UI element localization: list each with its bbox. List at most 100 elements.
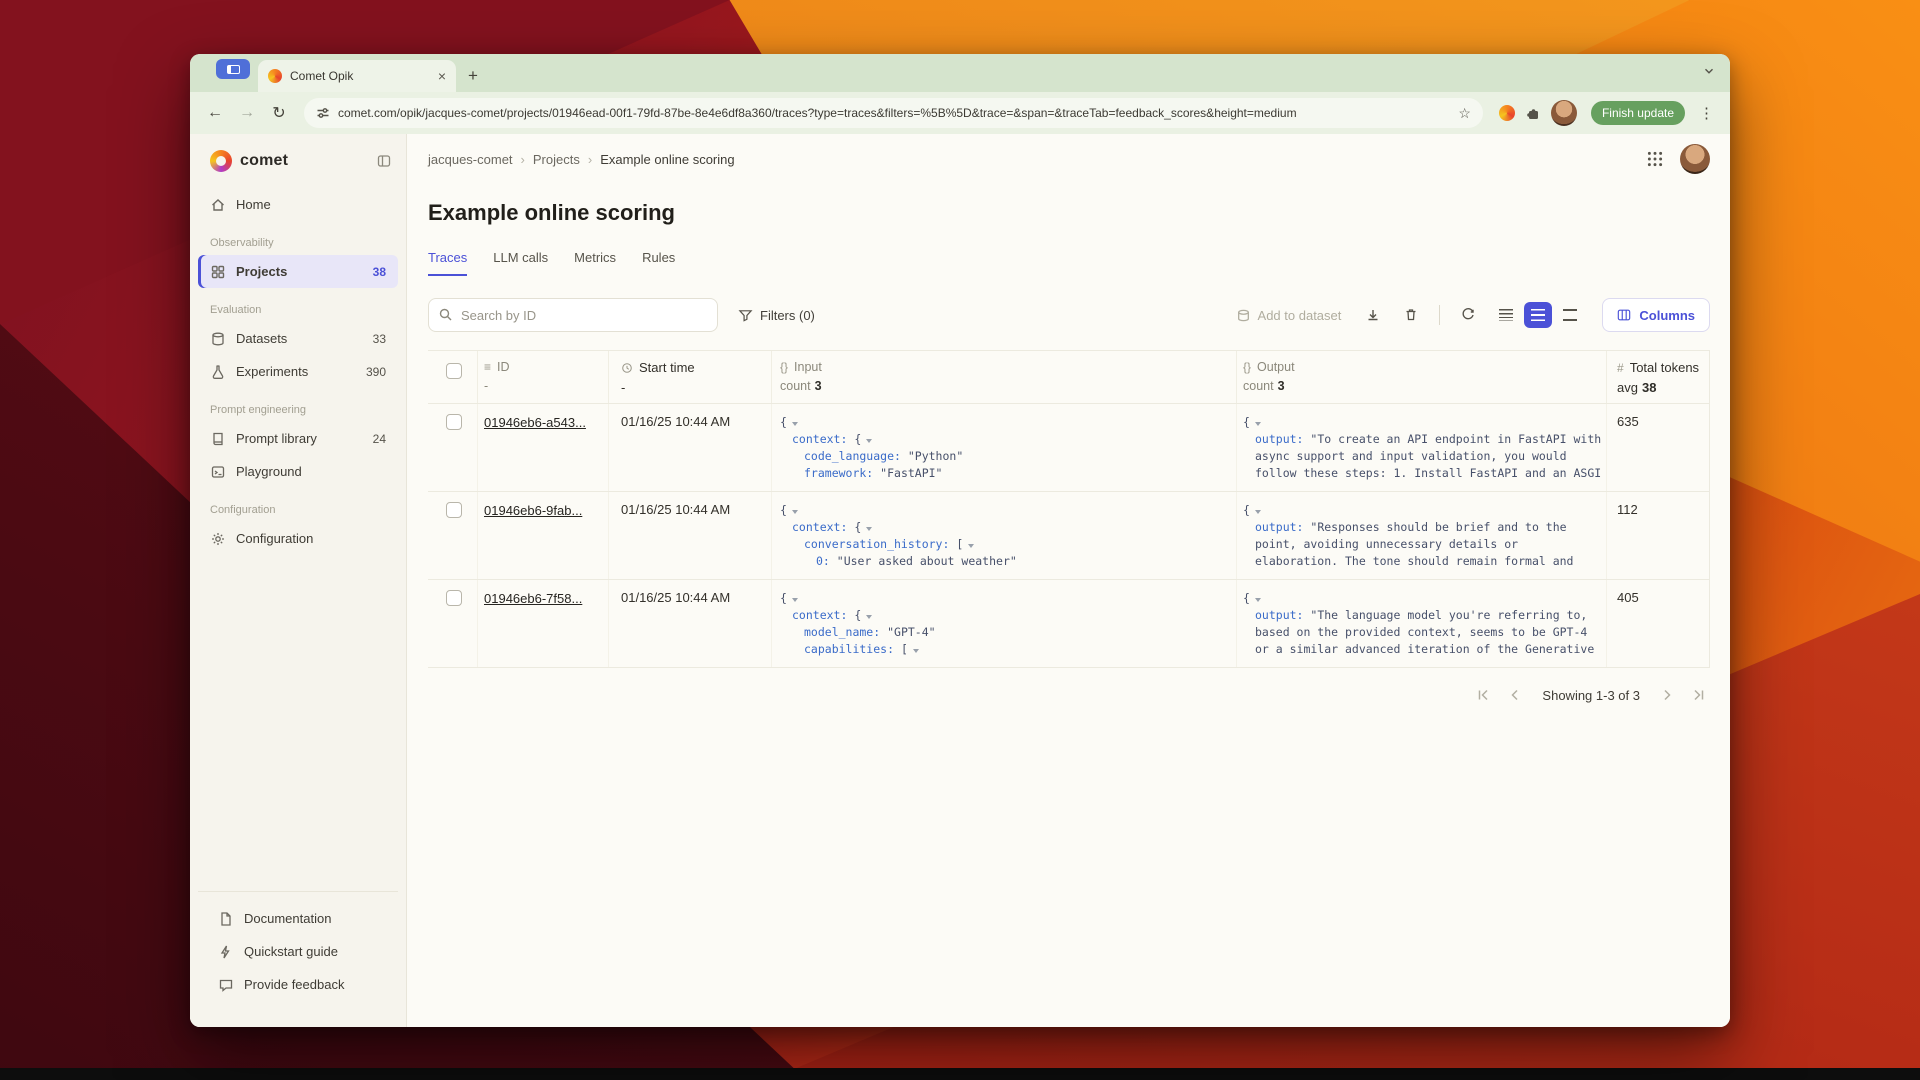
back-button[interactable]: ← [202, 104, 228, 122]
browser-toolbar: ← → ↻ comet.com/opik/jacques-comet/proje… [190, 92, 1730, 134]
columns-label: Columns [1639, 308, 1695, 323]
sidebar-item-home[interactable]: Home [198, 188, 398, 221]
previous-page-button[interactable] [1504, 684, 1526, 706]
user-avatar[interactable] [1680, 144, 1710, 174]
sidebar-item-prompt-library[interactable]: Prompt library 24 [198, 422, 398, 455]
sidebar-item-label: Projects [236, 264, 287, 279]
breadcrumb-separator-icon: › [521, 152, 525, 167]
comet-favicon-icon [268, 69, 282, 83]
header-total-tokens[interactable]: #Total tokens avg38 [1607, 351, 1710, 403]
sidebar-item-count: 24 [373, 432, 386, 446]
sidebar-item-playground[interactable]: Playground [198, 455, 398, 488]
apps-grid-icon[interactable] [1646, 150, 1664, 168]
trace-id-link[interactable]: 01946eb6-9fab... [484, 503, 582, 518]
breadcrumb-workspace[interactable]: jacques-comet [428, 152, 513, 167]
sidebar-collapse-icon[interactable] [376, 153, 392, 169]
tab-close-icon[interactable]: × [438, 69, 446, 83]
trace-start-time: 01/16/25 10:44 AM [609, 492, 772, 579]
trace-output-json[interactable]: {output: "To create an API endpoint in F… [1237, 404, 1607, 491]
table-row[interactable]: 01946eb6-a543... 01/16/25 10:44 AM {cont… [428, 404, 1709, 492]
sidebar-item-label: Home [236, 197, 271, 212]
desktop-wallpaper: Comet Opik × + ← → ↻ comet.com/opik/jacq… [0, 0, 1920, 1080]
projects-grid-icon [210, 264, 226, 280]
trace-output-json[interactable]: {output: "The language model you're refe… [1237, 580, 1607, 667]
sidebar-item-count: 38 [373, 265, 386, 279]
lightning-icon [218, 944, 234, 960]
header-start-time[interactable]: Start time - [609, 351, 772, 403]
table-row[interactable]: 01946eb6-9fab... 01/16/25 10:44 AM {cont… [428, 492, 1709, 580]
document-icon [218, 911, 234, 927]
density-small-button[interactable] [1492, 302, 1520, 328]
first-page-button[interactable] [1472, 684, 1494, 706]
search-input[interactable] [428, 298, 718, 332]
sidebar-item-configuration[interactable]: Configuration [198, 522, 398, 555]
trace-id-cell: 01946eb6-a543... [478, 404, 609, 491]
tab-llm-calls[interactable]: LLM calls [493, 250, 548, 276]
trace-input-json[interactable]: {context: {model_name: "GPT-4"capabiliti… [772, 580, 1237, 667]
url-text[interactable]: comet.com/opik/jacques-comet/projects/01… [338, 106, 1450, 120]
refresh-button[interactable] [1454, 301, 1482, 329]
select-all-checkbox[interactable] [446, 363, 462, 379]
add-to-dataset-button[interactable]: Add to dataset [1236, 308, 1342, 323]
density-medium-button[interactable] [1524, 302, 1552, 328]
delete-button[interactable] [1397, 301, 1425, 329]
last-page-button[interactable] [1688, 684, 1710, 706]
next-page-button[interactable] [1656, 684, 1678, 706]
sidebar-item-experiments[interactable]: Experiments 390 [198, 355, 398, 388]
row-density-group [1492, 302, 1584, 328]
filters-button[interactable]: Filters (0) [738, 308, 815, 323]
extensions-puzzle-icon[interactable] [1525, 105, 1541, 121]
tab-list-chevron-icon[interactable] [1702, 64, 1716, 78]
breadcrumb-projects[interactable]: Projects [533, 152, 580, 167]
browser-menu-icon[interactable]: ⋮ [1695, 104, 1718, 122]
tab-metrics[interactable]: Metrics [574, 250, 616, 276]
header-id[interactable]: ≡ID - [478, 351, 609, 403]
browser-tab[interactable]: Comet Opik × [258, 60, 456, 92]
sidebar-item-provide-feedback[interactable]: Provide feedback [206, 968, 390, 1001]
reload-button[interactable]: ↻ [266, 103, 292, 123]
app-topbar: jacques-comet › Projects › Example onlin… [428, 134, 1710, 184]
sidebar-item-label: Configuration [236, 531, 313, 546]
site-settings-icon[interactable] [316, 106, 330, 120]
forward-button[interactable]: → [234, 104, 260, 122]
new-tab-button[interactable]: + [468, 67, 478, 84]
console-icon [210, 464, 226, 480]
trace-input-json[interactable]: {context: {conversation_history: [0: "Us… [772, 492, 1237, 579]
comet-logo-icon [210, 150, 232, 172]
sidebar-item-datasets[interactable]: Datasets 33 [198, 322, 398, 355]
braces-icon: {} [1243, 360, 1251, 374]
table-row[interactable]: 01946eb6-7f58... 01/16/25 10:44 AM {cont… [428, 580, 1709, 668]
trace-output-json[interactable]: {output: "Responses should be brief and … [1237, 492, 1607, 579]
header-output[interactable]: {}Output count3 [1237, 351, 1607, 403]
row-checkbox[interactable] [446, 502, 462, 518]
finish-update-button[interactable]: Finish update [1591, 101, 1685, 125]
columns-button[interactable]: Columns [1602, 298, 1710, 332]
logo-wordmark: comet [240, 152, 368, 170]
row-checkbox[interactable] [446, 590, 462, 606]
bookmark-star-icon[interactable]: ☆ [1458, 105, 1471, 122]
tab-rules[interactable]: Rules [642, 250, 675, 276]
sidebar-item-quickstart-guide[interactable]: Quickstart guide [206, 935, 390, 968]
home-icon [210, 197, 226, 213]
browser-profile-avatar[interactable] [1551, 100, 1577, 126]
pagination-summary: Showing 1-3 of 3 [1542, 688, 1640, 703]
sidebar-item-label: Provide feedback [244, 977, 344, 992]
tab-traces[interactable]: Traces [428, 250, 467, 276]
breadcrumb: jacques-comet › Projects › Example onlin… [428, 152, 735, 167]
trace-id-link[interactable]: 01946eb6-a543... [484, 415, 586, 430]
tab-title: Comet Opik [290, 69, 430, 83]
row-checkbox[interactable] [446, 414, 462, 430]
trace-input-json[interactable]: {context: {code_language: "Python"framew… [772, 404, 1237, 491]
sidebar-item-projects[interactable]: Projects 38 [198, 255, 398, 288]
export-download-button[interactable] [1359, 301, 1387, 329]
sidebar-item-label: Datasets [236, 331, 287, 346]
density-large-button[interactable] [1556, 302, 1584, 328]
sidebar-item-documentation[interactable]: Documentation [206, 902, 390, 935]
header-input[interactable]: {}Input count3 [772, 351, 1237, 403]
database-icon [210, 331, 226, 347]
opik-app: comet Home Observability [190, 134, 1730, 1027]
trace-id-link[interactable]: 01946eb6-7f58... [484, 591, 582, 606]
address-bar[interactable]: comet.com/opik/jacques-comet/projects/01… [304, 98, 1483, 128]
extension-icon[interactable] [1499, 105, 1515, 121]
tab-search-button[interactable] [216, 59, 250, 79]
